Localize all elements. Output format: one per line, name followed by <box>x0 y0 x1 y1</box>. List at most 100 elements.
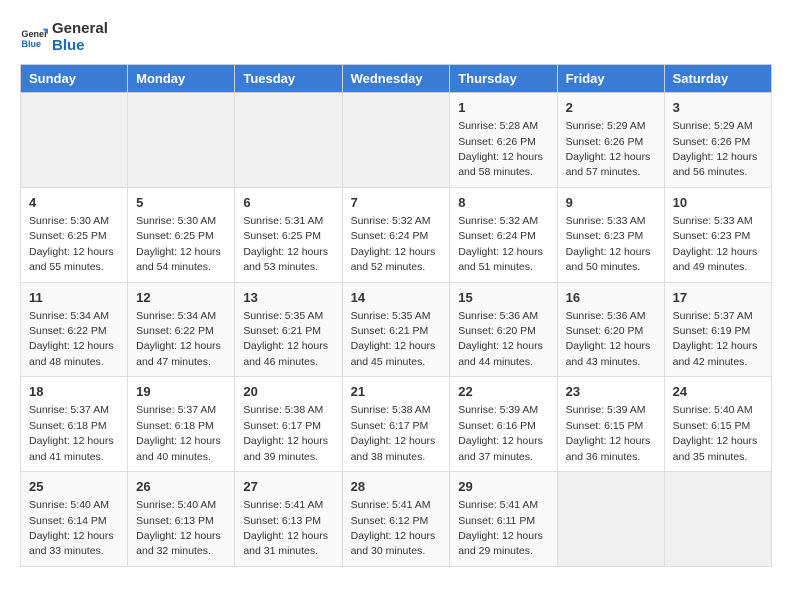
day-info: Sunrise: 5:36 AM Sunset: 6:20 PM Dayligh… <box>566 310 651 368</box>
day-header-sunday: Sunday <box>21 65 128 93</box>
day-info: Sunrise: 5:36 AM Sunset: 6:20 PM Dayligh… <box>458 310 543 368</box>
day-info: Sunrise: 5:30 AM Sunset: 6:25 PM Dayligh… <box>136 215 221 273</box>
day-header-saturday: Saturday <box>664 65 771 93</box>
day-header-tuesday: Tuesday <box>235 65 342 93</box>
calendar-cell: 11 Sunrise: 5:34 AM Sunset: 6:22 PM Dayli… <box>21 282 128 377</box>
calendar-cell: 16 Sunrise: 5:36 AM Sunset: 6:20 PM Dayli… <box>557 282 664 377</box>
day-header-monday: Monday <box>128 65 235 93</box>
calendar-week-1: 1 Sunrise: 5:28 AM Sunset: 6:26 PM Daylig… <box>21 93 772 188</box>
day-number: 8 <box>458 194 548 212</box>
day-info: Sunrise: 5:38 AM Sunset: 6:17 PM Dayligh… <box>243 404 328 462</box>
calendar-cell: 18 Sunrise: 5:37 AM Sunset: 6:18 PM Dayli… <box>21 377 128 472</box>
day-number: 25 <box>29 478 119 496</box>
day-number: 28 <box>351 478 442 496</box>
calendar-week-4: 18 Sunrise: 5:37 AM Sunset: 6:18 PM Dayli… <box>21 377 772 472</box>
day-info: Sunrise: 5:41 AM Sunset: 6:12 PM Dayligh… <box>351 499 436 557</box>
calendar-body: 1 Sunrise: 5:28 AM Sunset: 6:26 PM Daylig… <box>21 93 772 567</box>
calendar-cell <box>128 93 235 188</box>
calendar-cell <box>235 93 342 188</box>
calendar-cell: 4 Sunrise: 5:30 AM Sunset: 6:25 PM Daylig… <box>21 187 128 282</box>
calendar-cell: 24 Sunrise: 5:40 AM Sunset: 6:15 PM Dayli… <box>664 377 771 472</box>
day-number: 1 <box>458 99 548 117</box>
calendar-cell <box>21 93 128 188</box>
calendar-cell: 2Sunrise: 5:29 AM Sunset: 6:26 PM Daylig… <box>557 93 664 188</box>
calendar-cell: 28 Sunrise: 5:41 AM Sunset: 6:12 PM Dayli… <box>342 472 450 567</box>
calendar-cell: 22 Sunrise: 5:39 AM Sunset: 6:16 PM Dayli… <box>450 377 557 472</box>
calendar-cell: 19 Sunrise: 5:37 AM Sunset: 6:18 PM Dayli… <box>128 377 235 472</box>
day-number: 15 <box>458 289 548 307</box>
day-number: 19 <box>136 383 226 401</box>
day-number: 18 <box>29 383 119 401</box>
day-number: 26 <box>136 478 226 496</box>
day-info: Sunrise: 5:33 AM Sunset: 6:23 PM Dayligh… <box>673 215 758 273</box>
calendar-cell: 23 Sunrise: 5:39 AM Sunset: 6:15 PM Dayli… <box>557 377 664 472</box>
day-info: Sunrise: 5:35 AM Sunset: 6:21 PM Dayligh… <box>351 310 436 368</box>
calendar-cell: 1 Sunrise: 5:28 AM Sunset: 6:26 PM Daylig… <box>450 93 557 188</box>
day-number: 22 <box>458 383 548 401</box>
day-number: 29 <box>458 478 548 496</box>
calendar-cell: 14 Sunrise: 5:35 AM Sunset: 6:21 PM Dayli… <box>342 282 450 377</box>
day-number: 2 <box>566 99 656 117</box>
calendar-cell: 10 Sunrise: 5:33 AM Sunset: 6:23 PM Dayli… <box>664 187 771 282</box>
day-number: 4 <box>29 194 119 212</box>
day-info: Sunrise: 5:37 AM Sunset: 6:18 PM Dayligh… <box>136 404 221 462</box>
calendar-week-2: 4 Sunrise: 5:30 AM Sunset: 6:25 PM Daylig… <box>21 187 772 282</box>
day-info: Sunrise: 5:40 AM Sunset: 6:13 PM Dayligh… <box>136 499 221 557</box>
day-info: Sunrise: 5:39 AM Sunset: 6:15 PM Dayligh… <box>566 404 651 462</box>
calendar-cell: 21Sunrise: 5:38 AM Sunset: 6:17 PM Dayli… <box>342 377 450 472</box>
day-number: 14 <box>351 289 442 307</box>
calendar-cell: 25 Sunrise: 5:40 AM Sunset: 6:14 PM Dayli… <box>21 472 128 567</box>
calendar-cell: 26 Sunrise: 5:40 AM Sunset: 6:13 PM Dayli… <box>128 472 235 567</box>
day-number: 6 <box>243 194 333 212</box>
day-header-wednesday: Wednesday <box>342 65 450 93</box>
day-number: 17 <box>673 289 763 307</box>
day-info: Sunrise: 5:33 AM Sunset: 6:23 PM Dayligh… <box>566 215 651 273</box>
day-number: 21 <box>351 383 442 401</box>
calendar-week-5: 25 Sunrise: 5:40 AM Sunset: 6:14 PM Dayli… <box>21 472 772 567</box>
logo: General Blue General Blue <box>20 20 108 54</box>
day-info: Sunrise: 5:37 AM Sunset: 6:18 PM Dayligh… <box>29 404 114 462</box>
calendar-cell: 29Sunrise: 5:41 AM Sunset: 6:11 PM Dayli… <box>450 472 557 567</box>
day-number: 24 <box>673 383 763 401</box>
day-number: 12 <box>136 289 226 307</box>
day-info: Sunrise: 5:32 AM Sunset: 6:24 PM Dayligh… <box>351 215 436 273</box>
svg-text:Blue: Blue <box>21 39 41 49</box>
calendar-cell: 12 Sunrise: 5:34 AM Sunset: 6:22 PM Dayli… <box>128 282 235 377</box>
day-info: Sunrise: 5:34 AM Sunset: 6:22 PM Dayligh… <box>136 310 221 368</box>
day-info: Sunrise: 5:34 AM Sunset: 6:22 PM Dayligh… <box>29 310 114 368</box>
day-info: Sunrise: 5:30 AM Sunset: 6:25 PM Dayligh… <box>29 215 114 273</box>
day-info: Sunrise: 5:28 AM Sunset: 6:26 PM Dayligh… <box>458 120 543 178</box>
day-number: 13 <box>243 289 333 307</box>
calendar-cell: 15 Sunrise: 5:36 AM Sunset: 6:20 PM Dayli… <box>450 282 557 377</box>
calendar-cell: 7 Sunrise: 5:32 AM Sunset: 6:24 PM Daylig… <box>342 187 450 282</box>
calendar-cell: 27Sunrise: 5:41 AM Sunset: 6:13 PM Dayli… <box>235 472 342 567</box>
day-number: 20 <box>243 383 333 401</box>
calendar-table: SundayMondayTuesdayWednesdayThursdayFrid… <box>20 64 772 567</box>
day-number: 11 <box>29 289 119 307</box>
day-info: Sunrise: 5:39 AM Sunset: 6:16 PM Dayligh… <box>458 404 543 462</box>
day-info: Sunrise: 5:32 AM Sunset: 6:24 PM Dayligh… <box>458 215 543 273</box>
calendar-cell <box>557 472 664 567</box>
header: General Blue General Blue <box>20 20 772 54</box>
day-info: Sunrise: 5:41 AM Sunset: 6:13 PM Dayligh… <box>243 499 328 557</box>
day-info: Sunrise: 5:31 AM Sunset: 6:25 PM Dayligh… <box>243 215 328 273</box>
day-info: Sunrise: 5:40 AM Sunset: 6:15 PM Dayligh… <box>673 404 758 462</box>
day-info: Sunrise: 5:35 AM Sunset: 6:21 PM Dayligh… <box>243 310 328 368</box>
calendar-cell: 17 Sunrise: 5:37 AM Sunset: 6:19 PM Dayli… <box>664 282 771 377</box>
calendar-cell: 13 Sunrise: 5:35 AM Sunset: 6:21 PM Dayli… <box>235 282 342 377</box>
calendar-cell: 20 Sunrise: 5:38 AM Sunset: 6:17 PM Dayli… <box>235 377 342 472</box>
day-number: 3 <box>673 99 763 117</box>
svg-text:General: General <box>21 29 48 39</box>
calendar-week-3: 11 Sunrise: 5:34 AM Sunset: 6:22 PM Dayli… <box>21 282 772 377</box>
day-info: Sunrise: 5:37 AM Sunset: 6:19 PM Dayligh… <box>673 310 758 368</box>
calendar-cell: 8 Sunrise: 5:32 AM Sunset: 6:24 PM Daylig… <box>450 187 557 282</box>
day-number: 23 <box>566 383 656 401</box>
calendar-cell: 3 Sunrise: 5:29 AM Sunset: 6:26 PM Daylig… <box>664 93 771 188</box>
day-number: 9 <box>566 194 656 212</box>
day-number: 16 <box>566 289 656 307</box>
calendar-cell: 6 Sunrise: 5:31 AM Sunset: 6:25 PM Daylig… <box>235 187 342 282</box>
day-number: 10 <box>673 194 763 212</box>
day-number: 7 <box>351 194 442 212</box>
day-info: Sunrise: 5:29 AM Sunset: 6:26 PM Dayligh… <box>673 120 758 178</box>
day-info: Sunrise: 5:40 AM Sunset: 6:14 PM Dayligh… <box>29 499 114 557</box>
